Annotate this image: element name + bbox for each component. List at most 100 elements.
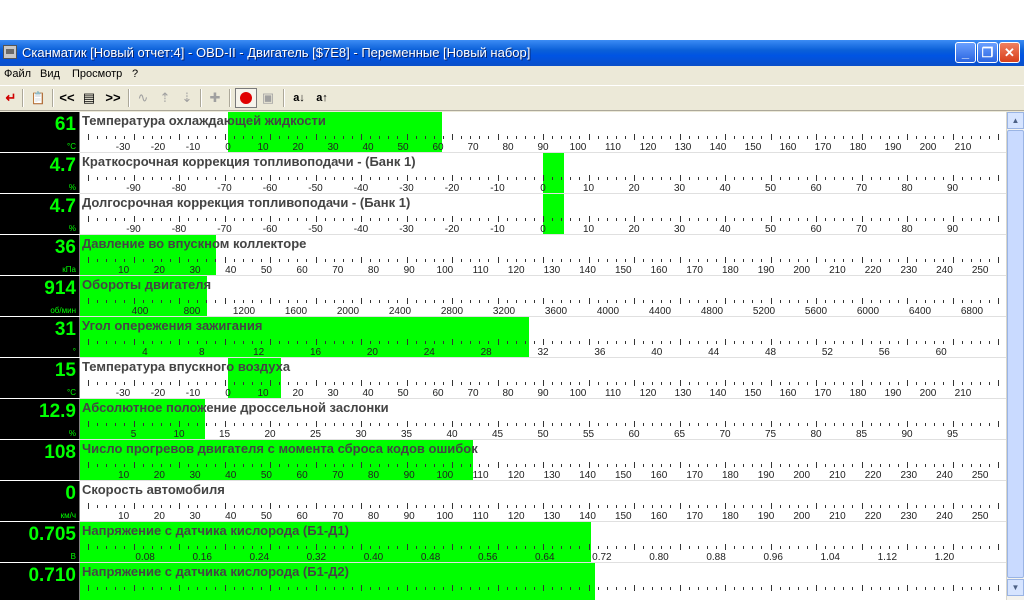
scale-tick bbox=[688, 587, 690, 590]
scale-tick bbox=[524, 382, 526, 385]
prev-button[interactable]: << bbox=[56, 89, 78, 107]
scale-tick bbox=[816, 380, 817, 386]
scale-tick bbox=[825, 464, 827, 467]
scale-tick bbox=[988, 587, 990, 590]
parameter-row[interactable]: 0.705 В 0.08 0.16 0.24 0.32 0.40 0.48 0.56 0.64 0.… bbox=[0, 522, 1006, 563]
parameter-row[interactable]: 0 км/ч 10 20 30 40 50 60 70 80 90 100 110 120 130 140 15… bbox=[0, 481, 1006, 522]
scale-tick bbox=[351, 423, 353, 426]
parameter-row[interactable]: 0.710 Напряжение с датчика кислорода (Б1-… bbox=[0, 563, 1006, 600]
parameter-row[interactable]: 914 об/мин 400 800 1200 1600 2000 2400 2800 3200 3… bbox=[0, 276, 1006, 317]
scale-tick bbox=[424, 218, 426, 221]
scale-tick bbox=[643, 587, 645, 590]
scale-tick bbox=[342, 382, 344, 385]
scale-tick bbox=[988, 382, 990, 385]
maximize-button[interactable]: ❐ bbox=[977, 42, 998, 63]
scale-tick bbox=[979, 587, 981, 590]
parameter-row[interactable]: 36 кПа 10 20 30 40 50 60 70 80 90 100 110 120 130 140 15… bbox=[0, 235, 1006, 276]
scale-tick bbox=[543, 585, 544, 591]
parameter-row[interactable]: 31 ° 4 8 12 16 20 24 28 32 36 40 44 48 52 56 60 Угол опер… bbox=[0, 317, 1006, 358]
list-icon[interactable]: ▤ bbox=[80, 89, 98, 107]
scale-tick bbox=[424, 177, 426, 180]
scale-tick bbox=[479, 587, 481, 590]
scale-tick bbox=[643, 464, 645, 467]
parameter-row[interactable]: 15 °C -30 -20 -10 0 10 20 30 40 50 60 70 80 90 100 110 12… bbox=[0, 358, 1006, 399]
scale-tick bbox=[688, 464, 690, 467]
pin-icon[interactable]: ✚ bbox=[206, 89, 224, 107]
scale-tick bbox=[652, 464, 654, 467]
scale-tick bbox=[424, 546, 426, 549]
scale-tick bbox=[788, 546, 790, 549]
title-bar[interactable]: Сканматик [Новый отчет:4] - OBD-II - Дви… bbox=[0, 40, 1024, 66]
scale-tick bbox=[142, 259, 144, 262]
scale-tick bbox=[788, 505, 790, 508]
move-up-icon[interactable]: ⇡ bbox=[156, 89, 174, 107]
scale-tick bbox=[934, 587, 936, 590]
scale-tick bbox=[124, 341, 126, 344]
scale-tick bbox=[797, 587, 799, 590]
toolbar: ↵ 📋 << ▤ >> ∿ ⇡ ⇣ ✚ ▣ a↓ a↑ bbox=[0, 85, 1024, 111]
parameter-gauge: -90 -80 -70 -60 -50 -40 -30 -20 -10 0 10 20 30 40 50 60… bbox=[80, 153, 1006, 194]
next-button[interactable]: >> bbox=[102, 89, 124, 107]
scroll-down-button[interactable]: ▼ bbox=[1007, 579, 1024, 596]
sort-asc-button[interactable]: a↑ bbox=[313, 89, 331, 107]
parameter-row[interactable]: 12.9% 5 10 15 20 25 30 35 40 45 50 55 60 65 70 75 80 85 90… bbox=[0, 399, 1006, 440]
menu-help[interactable]: ? bbox=[132, 68, 138, 80]
scale-tick bbox=[907, 462, 908, 468]
scroll-thumb[interactable] bbox=[1007, 130, 1024, 578]
scale-tick bbox=[151, 177, 153, 180]
scale-tick bbox=[943, 259, 945, 262]
scale-tick bbox=[597, 546, 599, 549]
scale-tick bbox=[679, 298, 681, 304]
scale-tick bbox=[925, 505, 927, 508]
scale-tick bbox=[260, 587, 262, 590]
sort-desc-button[interactable]: a↓ bbox=[290, 89, 308, 107]
move-down-icon[interactable]: ⇣ bbox=[178, 89, 196, 107]
scale-tick bbox=[806, 464, 808, 467]
scale-tick bbox=[497, 462, 499, 468]
app-icon[interactable] bbox=[3, 45, 17, 59]
scale-tick bbox=[706, 464, 708, 467]
scale-tick bbox=[188, 218, 190, 221]
scale-tick bbox=[452, 339, 453, 345]
scale-tick bbox=[588, 134, 590, 140]
scale-tick bbox=[998, 134, 999, 140]
toolbar-separator bbox=[128, 89, 130, 107]
exit-icon[interactable]: ↵ bbox=[4, 89, 18, 107]
scale-tick bbox=[697, 382, 699, 385]
parameter-row[interactable]: 108 10 20 30 40 50 60 70 80 90 100 110 120 130 140 150 1… bbox=[0, 440, 1006, 481]
scale-tick bbox=[206, 546, 208, 549]
scale-tick bbox=[333, 423, 335, 426]
scale-tick bbox=[106, 218, 108, 221]
scale-tick bbox=[816, 503, 817, 509]
minimize-button[interactable]: _ bbox=[955, 42, 976, 63]
menu-file[interactable]: Файл bbox=[4, 68, 31, 80]
vertical-scrollbar[interactable]: ▲ ▼ bbox=[1006, 112, 1024, 600]
parameter-row[interactable]: 61 °C -30 -20 -10 0 10 20 30 40 50 60 70 80 90 100 110 12… bbox=[0, 112, 1006, 153]
menu-view[interactable]: Вид bbox=[40, 68, 60, 80]
scale-tick bbox=[524, 423, 526, 426]
scale-tick bbox=[461, 464, 463, 467]
graph-icon[interactable]: ∿ bbox=[134, 89, 152, 107]
scale-tick bbox=[270, 503, 271, 509]
scale-tick bbox=[979, 177, 981, 180]
scale-tick bbox=[379, 464, 381, 467]
scroll-up-button[interactable]: ▲ bbox=[1007, 112, 1024, 129]
scale-tick bbox=[133, 462, 135, 468]
scale-tick bbox=[524, 341, 526, 344]
image-icon[interactable]: ▣ bbox=[259, 89, 277, 107]
parameter-row[interactable]: 4.7% -90 -80 -70 -60 -50 -40 -30 -20 -10 0 10 20 30 40… bbox=[0, 194, 1006, 235]
scale-tick bbox=[470, 259, 472, 262]
parameter-value: 61 bbox=[54, 114, 76, 135]
menu-browse[interactable]: Просмотр bbox=[72, 68, 122, 80]
scale-tick bbox=[870, 382, 872, 385]
record-button[interactable] bbox=[235, 88, 257, 108]
parameter-value: 12.9 bbox=[39, 401, 76, 422]
report-icon[interactable]: 📋 bbox=[28, 89, 48, 107]
parameter-row[interactable]: 4.7% -90 -80 -70 -60 -50 -40 -30 -20 -10 0 10 20 30 40… bbox=[0, 153, 1006, 194]
scale-tick bbox=[806, 218, 808, 221]
scale-tick bbox=[169, 382, 171, 385]
close-button[interactable]: ✕ bbox=[999, 42, 1020, 63]
scale-tick bbox=[834, 136, 836, 139]
scale-tick bbox=[115, 423, 117, 426]
scale-tick bbox=[297, 300, 299, 303]
